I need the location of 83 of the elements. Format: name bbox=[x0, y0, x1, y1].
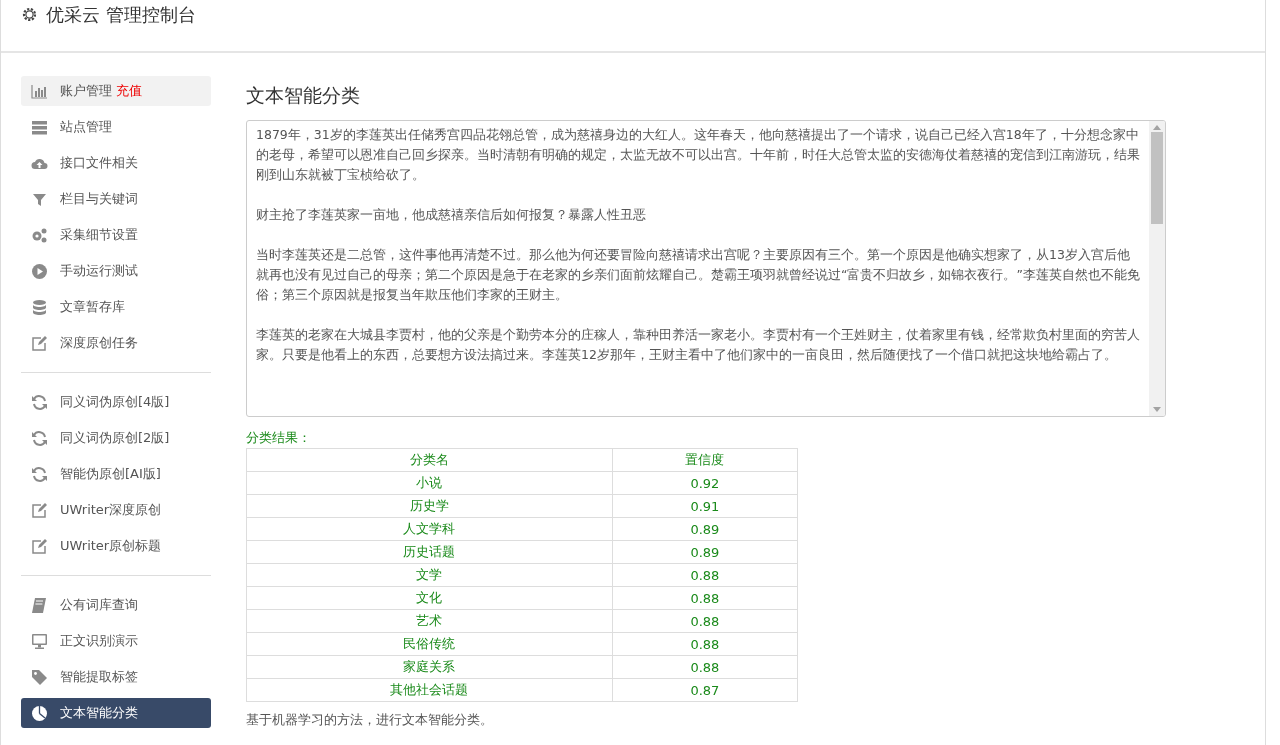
table-cell: 0.89 bbox=[612, 517, 798, 541]
table-cell: 小说 bbox=[246, 471, 613, 495]
sidebar-label: UWriter原创标题 bbox=[60, 537, 162, 555]
table-cell: 民俗传统 bbox=[246, 632, 613, 656]
sidebar-item[interactable]: 账户管理 充值 bbox=[21, 76, 211, 106]
sidebar-label: 同义词伪原创[4版] bbox=[60, 393, 170, 411]
edit-icon bbox=[31, 334, 48, 352]
table-cell: 0.88 bbox=[612, 632, 798, 656]
table-cell: 家庭关系 bbox=[246, 655, 613, 679]
settings-icon bbox=[21, 6, 38, 23]
sidebar-item[interactable]: 深度原创任务 bbox=[21, 328, 211, 358]
table-cell: 其他社会话题 bbox=[246, 678, 613, 702]
footnote: 基于机器学习的方法，进行文本智能分类。 bbox=[246, 711, 494, 729]
table-cell: 0.88 bbox=[612, 655, 798, 679]
server-icon bbox=[31, 118, 48, 136]
table-cell: 人文学科 bbox=[246, 517, 613, 541]
sidebar-label: 手动运行测试 bbox=[60, 262, 138, 280]
sidebar-label: 账户管理 bbox=[60, 82, 112, 100]
sidebar-item[interactable]: 同义词伪原创[2版] bbox=[21, 423, 211, 453]
table-cell: 0.92 bbox=[612, 471, 798, 495]
sidebar-item[interactable]: 同义词伪原创[4版] bbox=[21, 387, 211, 417]
sidebar-item[interactable]: 栏目与关键词 bbox=[21, 184, 211, 214]
chart-icon bbox=[31, 82, 48, 100]
refresh-icon bbox=[31, 429, 48, 447]
sidebar-item[interactable]: 接口文件相关 bbox=[21, 148, 211, 178]
refresh-icon bbox=[31, 465, 48, 483]
table-cell: 艺术 bbox=[246, 609, 613, 633]
sidebar-item[interactable]: 智能提取标签 bbox=[21, 662, 211, 692]
sidebar-item[interactable]: 采集细节设置 bbox=[21, 220, 211, 250]
sidebar-label: 栏目与关键词 bbox=[60, 190, 138, 208]
sidebar-label: 采集细节设置 bbox=[60, 226, 138, 244]
text-paragraph: 财主抢了李莲英家一亩地，他成慈禧亲信后如何报复？暴露人性丑恶 bbox=[256, 206, 647, 224]
pie-icon bbox=[31, 704, 48, 722]
table-cell: 0.87 bbox=[612, 678, 798, 702]
table-cell: 历史学 bbox=[246, 494, 613, 518]
database-icon bbox=[31, 298, 48, 316]
sidebar-item[interactable]: 智能伪原创[AI版] bbox=[21, 459, 211, 489]
table-cell: 0.88 bbox=[612, 563, 798, 587]
sidebar-label: 站点管理 bbox=[60, 118, 112, 136]
sidebar-item[interactable]: 正文识别演示 bbox=[21, 626, 211, 656]
gears-icon bbox=[31, 226, 48, 244]
page-title: 优采云 管理控制台 bbox=[46, 4, 196, 26]
sidebar-label: 智能伪原创[AI版] bbox=[60, 465, 161, 483]
monitor-icon bbox=[31, 632, 48, 650]
text-area[interactable] bbox=[246, 120, 1166, 417]
text-paragraph: 1879年，31岁的李莲英出任储秀宫四品花翎总管，成为慈禧身边的大红人。这年春天，他向慈禧提出了一个请求，说自己已经入宫18年了，十分想念家中的老母，希望可以恩准自己回乡探亲。当时清朝有明确的规定，太监无故不可以出宫。十年前，时任大总管太监的安德海仗着慈禧的宠信到江南游玩，结果刚到山东就被丁宝桢给砍了。 bbox=[256, 126, 1140, 184]
result-label: 分类结果： bbox=[246, 429, 312, 447]
sidebar-item[interactable]: 站点管理 bbox=[21, 112, 211, 142]
sidebar-item[interactable]: UWriter原创标题 bbox=[21, 531, 211, 561]
edit-icon bbox=[31, 501, 48, 519]
sidebar-item[interactable]: 公有词库查询 bbox=[21, 590, 211, 620]
scrollbar[interactable] bbox=[1149, 121, 1165, 416]
table-cell: 0.89 bbox=[612, 540, 798, 564]
sidebar-item[interactable]: 文本智能分类 bbox=[21, 698, 211, 728]
sidebar-label: 公有词库查询 bbox=[60, 596, 138, 614]
sidebar-label: 文本智能分类 bbox=[60, 704, 138, 722]
table-cell: 文学 bbox=[246, 563, 613, 587]
table-cell: 历史话题 bbox=[246, 540, 613, 564]
sidebar-label: 智能提取标签 bbox=[60, 668, 138, 686]
sidebar-label: 同义词伪原创[2版] bbox=[60, 429, 170, 447]
play-icon bbox=[31, 262, 48, 280]
column-header: 分类名 bbox=[246, 448, 613, 472]
text-paragraph: 当时李莲英还是二总管，这件事他再清楚不过。那么他为何还要冒险向慈禧请求出宫呢？主要原因有三个。第一个原因是他确实想家了，从13岁入宫后他就再也没有见过自己的母亲；第二个原因是急于在老家的乡亲们面前炫耀自己。楚霸王项羽就曾经说过“富贵不归故乡，如锦衣夜行。”李莲英自然也不能免俗；第三个原因就是报复当年欺压他们李家的王财主。 bbox=[256, 246, 1140, 304]
sidebar-label: 接口文件相关 bbox=[60, 154, 138, 172]
sidebar-item[interactable]: 手动运行测试 bbox=[21, 256, 211, 286]
text-paragraph: 李莲英的老家在大城县李贾村，他的父亲是个勤劳本分的庄稼人，靠种田养活一家老小。李贾村有一个王姓财主，仗着家里有钱，经常欺负村里面的穷苦人家。只要是他看上的东西，总要想方设法搞过来。李莲英12岁那年，王财主看中了他们家中的一亩良田，然后随便找了一个借口就把这块地给霸占了。 bbox=[256, 326, 1140, 364]
sidebar-item[interactable]: 文章暂存库 bbox=[21, 292, 211, 322]
sidebar-label: 文章暂存库 bbox=[60, 298, 125, 316]
sidebar-label: 深度原创任务 bbox=[60, 334, 138, 352]
sidebar-label: UWriter深度原创 bbox=[60, 501, 162, 519]
tag-icon bbox=[31, 668, 48, 686]
sidebar-label: 正文识别演示 bbox=[60, 632, 138, 650]
table-cell: 0.91 bbox=[612, 494, 798, 518]
edit-icon bbox=[31, 537, 48, 555]
recharge-link[interactable]: 充值 bbox=[116, 82, 142, 100]
table-cell: 0.88 bbox=[612, 609, 798, 633]
sidebar-item[interactable]: UWriter深度原创 bbox=[21, 495, 211, 525]
book-icon bbox=[31, 596, 48, 614]
column-header: 置信度 bbox=[612, 448, 798, 472]
table-cell: 文化 bbox=[246, 586, 613, 610]
table-cell: 0.88 bbox=[612, 586, 798, 610]
section-title: 文本智能分类 bbox=[246, 83, 361, 108]
refresh-icon bbox=[31, 393, 48, 411]
